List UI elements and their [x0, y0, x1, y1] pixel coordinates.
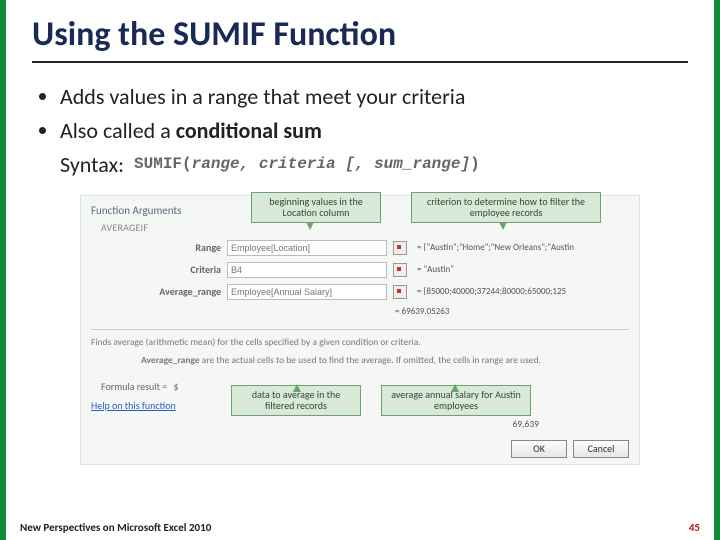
bullet-2-pre: Also called a	[60, 117, 176, 144]
callout-criteria: criterion to determine how to filter the…	[411, 192, 601, 223]
syntax-code: SUMIF(range, criteria [, sum_range])	[134, 153, 480, 176]
arg-label-range: Range	[131, 241, 221, 254]
formula-result-row: Formula result = $	[101, 380, 629, 393]
slide-number: 45	[689, 521, 700, 534]
syntax-opt: [, sum_range]	[345, 155, 470, 173]
average-range-input[interactable]	[227, 284, 387, 300]
average-range-preview: = {85000;40000;37244;80000;65000;125	[417, 286, 566, 297]
refedit-button[interactable]	[393, 285, 407, 299]
arg-row-criteria: Criteria = "Austin"	[131, 262, 629, 278]
syntax-close: )	[470, 155, 480, 173]
range-preview: = {"Austin";"Home";"New Orleans";"Austin	[417, 242, 574, 253]
arg-label-average-range: Average_range	[131, 285, 221, 298]
range-input[interactable]	[227, 240, 387, 256]
cancel-button[interactable]: Cancel	[573, 440, 629, 458]
criteria-preview: = "Austin"	[417, 264, 454, 275]
arrow-icon	[306, 222, 314, 230]
bullet-3: Syntax: SUMIF(range, criteria [, sum_ran…	[60, 149, 688, 181]
formula-result-label: Formula result =	[101, 380, 167, 393]
formula-result-currency: $	[173, 380, 178, 393]
criteria-input[interactable]	[227, 262, 387, 278]
dialog-arg-description: Average_range are the actual cells to be…	[141, 354, 629, 366]
arrow-icon	[499, 222, 507, 230]
bullet-2: Also called a conditional sum	[60, 115, 688, 147]
arg-label-criteria: Criteria	[131, 263, 221, 276]
bullet-3-label: Syntax:	[60, 149, 124, 181]
help-link[interactable]: Help on this function	[91, 399, 176, 412]
arrow-icon	[451, 384, 459, 392]
refedit-button[interactable]	[393, 241, 407, 255]
ok-button[interactable]: OK	[511, 440, 567, 458]
syntax-fn: SUMIF(	[134, 155, 192, 173]
arg-row-range: Range = {"Austin";"Home";"New Orleans";"…	[131, 240, 629, 256]
dialog-description: Finds average (arithmetic mean) for the …	[91, 329, 629, 348]
formula-result-value: 69,639	[513, 418, 539, 430]
bullet-1: Adds values in a range that meet your cr…	[60, 81, 688, 113]
arrow-icon	[293, 384, 301, 392]
syntax-args: range, criteria	[192, 155, 346, 173]
desc-arg-text: are the actual cells to be used to find …	[202, 354, 541, 366]
bullet-2-bold: conditional sum	[176, 117, 322, 144]
footer-source: New Perspectives on Microsoft Excel 2010	[20, 521, 211, 534]
arg-row-result: = 69639.05263	[391, 306, 629, 317]
arg-row-average-range: Average_range = {85000;40000;37244;80000…	[131, 284, 629, 300]
function-arguments-dialog: beginning values in the Location column …	[80, 195, 640, 465]
bullet-list: Adds values in a range that meet your cr…	[32, 81, 688, 181]
callout-range: beginning values in the Location column	[251, 192, 381, 223]
slide-title: Using the SUMIF Function	[32, 14, 688, 63]
slide-footer: New Perspectives on Microsoft Excel 2010…	[20, 521, 700, 534]
desc-arg-name: Average_range	[141, 354, 200, 366]
computed-result: = 69639.05263	[395, 306, 449, 317]
refedit-button[interactable]	[393, 263, 407, 277]
